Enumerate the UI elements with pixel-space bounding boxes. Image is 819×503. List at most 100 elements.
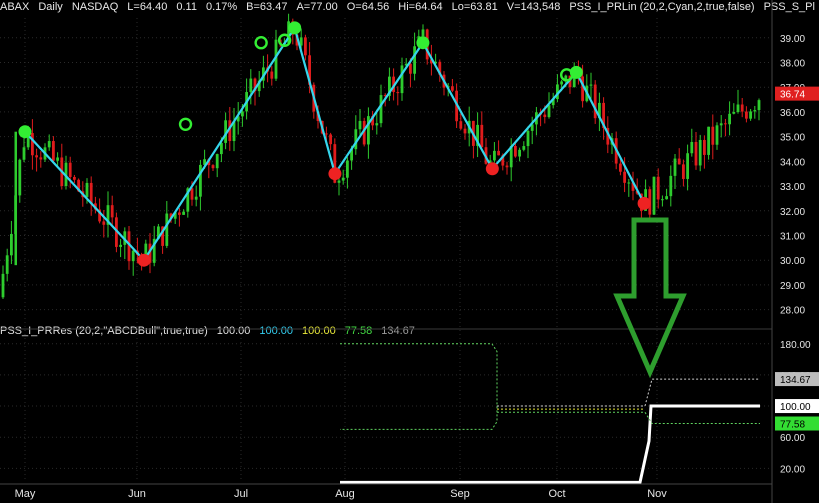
candle-body [211, 165, 215, 169]
candle-body [673, 158, 677, 176]
indicator-line-green [497, 411, 760, 425]
candle-body [656, 176, 660, 200]
candle-body [47, 141, 51, 148]
candle-body [375, 123, 379, 126]
y-tick-label: 38.00 [780, 58, 805, 69]
x-tick-label: Jun [128, 488, 146, 500]
down-arrow-annotation [613, 217, 687, 379]
candle-body [497, 150, 500, 156]
pivot-low-marker [637, 196, 651, 210]
candle-body [68, 162, 72, 177]
candle-body [73, 176, 76, 180]
candle-body [463, 128, 467, 134]
candle-body [505, 165, 509, 168]
pivot-high-marker [18, 125, 32, 139]
candle-body [732, 111, 736, 114]
pivot-low-marker [328, 167, 342, 181]
candle-body [547, 105, 551, 118]
candle-body [337, 180, 341, 183]
last-price-label: 36.74 [780, 90, 805, 101]
y-tick-label: 20.00 [780, 464, 805, 475]
candle-body [182, 211, 185, 215]
pivot-high-marker [288, 21, 302, 35]
candle-body [56, 157, 59, 161]
candle-body [728, 113, 731, 125]
candle-body [526, 130, 530, 147]
candle-body [661, 199, 664, 201]
candle-body [619, 163, 622, 172]
candle-body [707, 126, 710, 155]
candle-body [39, 157, 43, 160]
candle-body [165, 213, 169, 246]
x-tick-label: Sep [450, 488, 470, 500]
pivot-high-marker [416, 36, 430, 50]
candle-body [102, 221, 106, 225]
candle-body [560, 81, 563, 85]
x-tick-label: Aug [335, 488, 355, 500]
pivot-low-marker [137, 253, 151, 267]
candle-body [241, 111, 244, 117]
candle-body [593, 84, 597, 119]
candle-body [694, 142, 698, 166]
candle-body [514, 145, 517, 157]
candle-body [749, 111, 752, 119]
projection-marker [254, 36, 268, 50]
candle-body [110, 205, 114, 218]
candle-body [194, 196, 198, 200]
candle-body [581, 76, 584, 102]
candle-body [89, 182, 93, 204]
candle-body [493, 150, 496, 161]
candle-body [220, 142, 223, 155]
candle-body [325, 133, 328, 135]
candle-body [409, 63, 412, 74]
candle-body [736, 104, 740, 112]
candle-body [652, 176, 656, 215]
candle-body [1, 273, 5, 298]
candle-body [451, 86, 454, 91]
candle-body [178, 212, 181, 215]
candle-body [5, 255, 9, 274]
candle-body [724, 123, 727, 125]
price-chart[interactable]: 28.00 29.00 30.00 31.00 32.00 33.00 34.00 35.00… [0, 0, 819, 503]
candle-body [346, 160, 349, 178]
indicator-tag-label: 77.58 [780, 420, 805, 431]
y-tick-label: 32.00 [780, 207, 805, 218]
candle-body [623, 171, 626, 183]
projection-marker [178, 117, 193, 131]
y-tick-label: 35.00 [780, 133, 805, 144]
candle-body [400, 65, 404, 94]
candle-body [459, 121, 463, 129]
x-tick-label: Nov [647, 488, 667, 500]
candle-body [131, 250, 135, 262]
candle-body [686, 153, 689, 179]
y-tick-label: 34.00 [780, 157, 805, 168]
candle-body [119, 244, 122, 247]
y-tick-label: 36.00 [780, 108, 805, 119]
candle-body [757, 100, 761, 111]
y-tick-label: 28.00 [780, 306, 805, 317]
candle-body [190, 188, 194, 200]
candle-body [698, 139, 702, 166]
candle-body [379, 95, 383, 124]
candle-body [740, 104, 744, 112]
candle-body [711, 126, 715, 145]
candle-body [421, 29, 425, 37]
x-tick-label: May [15, 488, 36, 500]
pivot-low-marker [485, 162, 499, 176]
y-tick-label: 60.00 [780, 433, 805, 444]
candle-body [31, 133, 34, 156]
candle-body [52, 141, 55, 161]
candle-body [522, 146, 526, 150]
y-tick-label: 30.00 [780, 256, 805, 267]
candle-body [543, 114, 547, 118]
candle-body [367, 116, 370, 145]
price-axis: 28.00 29.00 30.00 31.00 32.00 33.00 34.00 35.00… [771, 0, 819, 503]
candle-body [215, 154, 219, 169]
indicator-tag-label: 100.00 [780, 402, 811, 413]
indicator-panel [340, 343, 760, 484]
candle-body [703, 139, 706, 155]
y-tick-label: 31.00 [780, 231, 805, 242]
candle-body [682, 164, 685, 179]
candle-body [249, 78, 253, 93]
candle-body [518, 149, 521, 157]
